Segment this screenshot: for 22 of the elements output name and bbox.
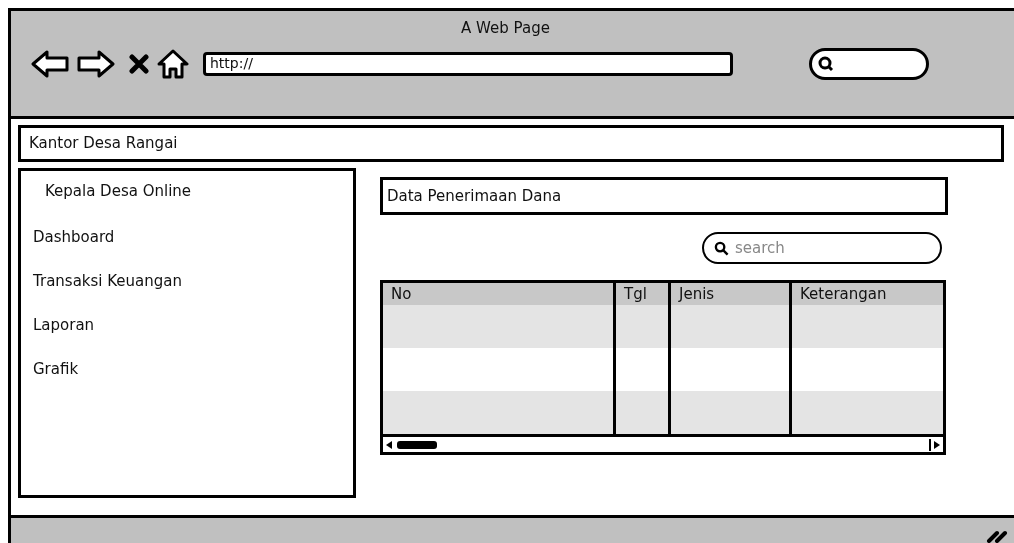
search-icon — [714, 240, 729, 256]
url-field[interactable]: http:// — [203, 51, 733, 76]
browser-search-field[interactable] — [809, 47, 929, 80]
resize-grip-icon[interactable] — [986, 529, 1008, 543]
scrollbar-thumb[interactable] — [397, 440, 437, 449]
close-icon[interactable] — [129, 53, 149, 74]
search-input[interactable]: search — [735, 236, 915, 260]
search-icon — [818, 55, 834, 72]
sidebar-item[interactable]: Dashboard — [33, 227, 115, 247]
sidebar-item[interactable]: Transaksi Keuangan — [33, 271, 182, 291]
horizontal-scrollbar[interactable] — [383, 434, 943, 452]
search-field[interactable]: search — [702, 232, 942, 264]
sidebar-title: Kepala Desa Online — [43, 181, 193, 202]
window-title: A Web Page — [461, 18, 550, 39]
page-title: Data Penerimaan Dana — [387, 185, 562, 207]
sidebar-item[interactable]: Laporan — [33, 315, 95, 335]
header-title: Kantor Desa Rangai — [29, 133, 178, 155]
sidebar-item[interactable]: Grafik — [33, 359, 79, 379]
column-header: No — [390, 284, 413, 305]
home-icon[interactable] — [157, 48, 189, 79]
forward-arrow-icon[interactable] — [77, 49, 115, 78]
back-arrow-icon[interactable] — [31, 49, 69, 78]
